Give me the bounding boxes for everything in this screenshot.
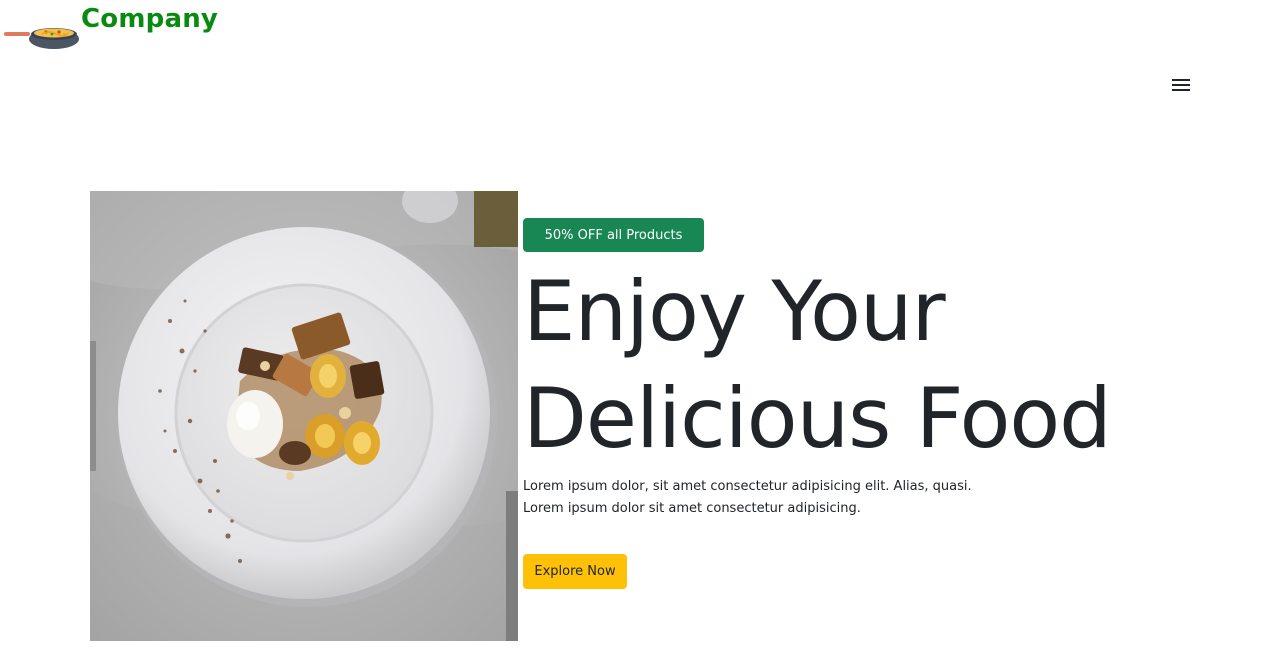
hero-description-line-1: Lorem ipsum dolor, sit amet consectetur … [523,479,972,494]
hero-description-line-2: Lorem ipsum dolor sit amet consectetur a… [523,501,861,516]
hero-description: Lorem ipsum dolor, sit amet consectetur … [523,476,972,520]
hero-headline: Enjoy Your Delicious Food [523,258,1112,472]
brand-name: Company [81,4,219,34]
hamburger-menu-icon[interactable] [1168,73,1194,97]
hero-food-image [90,191,518,641]
hero-headline-line-1: Enjoy Your [523,263,946,360]
frying-pan-icon [2,22,80,54]
hero-headline-line-2: Delicious Food [523,370,1112,467]
explore-now-button[interactable]: Explore Now [523,554,627,589]
discount-badge[interactable]: 50% OFF all Products [523,218,704,252]
landing-page: Company 50% OFF all Products Enjoy Your … [0,0,1278,649]
